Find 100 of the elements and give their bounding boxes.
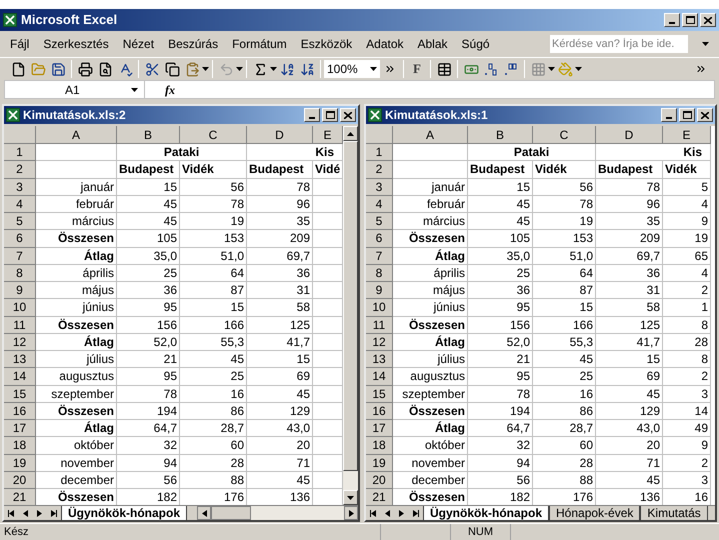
close-button[interactable] (340, 108, 356, 122)
row-header[interactable]: 9 (366, 282, 393, 300)
row-header[interactable]: 16 (4, 402, 36, 420)
sheet-tab[interactable]: Hónapok-évek (549, 506, 640, 520)
row-header[interactable]: 5 (366, 213, 393, 230)
column-header[interactable]: B (117, 126, 180, 144)
scroll-up-icon[interactable] (347, 132, 354, 136)
row-header[interactable]: 21 (4, 489, 36, 506)
row-header[interactable]: 7 (366, 248, 393, 265)
menu-item[interactable]: Súgó (462, 35, 490, 53)
menu-item[interactable]: Adatok (366, 35, 404, 53)
row-header[interactable]: 7 (4, 248, 36, 265)
row-header[interactable]: 5 (4, 213, 36, 230)
last-sheet-icon[interactable] (50, 510, 57, 516)
column-header[interactable]: A (393, 126, 468, 144)
menu-item[interactable]: Formátum (232, 35, 287, 53)
caret-icon[interactable] (270, 67, 277, 71)
column-header[interactable]: E (313, 126, 343, 144)
caret-icon[interactable] (548, 67, 555, 71)
caret-icon[interactable] (236, 67, 243, 71)
row-header[interactable]: 12 (366, 334, 393, 351)
row-header[interactable]: 14 (366, 368, 393, 386)
minimize-button[interactable] (304, 108, 320, 122)
menu-item[interactable]: Eszközök (300, 35, 352, 53)
caret-icon[interactable] (131, 88, 138, 92)
row-header[interactable]: 4 (4, 196, 36, 213)
column-header[interactable]: B (468, 126, 533, 144)
bold-button[interactable]: F (407, 59, 427, 79)
row-header[interactable]: 2 (4, 161, 36, 178)
scroll-left-icon[interactable] (200, 510, 208, 516)
last-sheet-icon[interactable] (412, 510, 419, 516)
close-button[interactable] (697, 108, 713, 122)
row-header[interactable]: 20 (366, 472, 393, 489)
row-header[interactable]: 3 (366, 178, 393, 196)
row-header[interactable]: 18 (366, 437, 393, 454)
row-header[interactable]: 1 (4, 144, 36, 162)
column-header[interactable]: C (533, 126, 596, 144)
row-header[interactable]: 11 (4, 316, 36, 334)
row-header[interactable]: 17 (366, 420, 393, 438)
zoom-field[interactable]: 100% (324, 60, 380, 78)
row-header[interactable]: 3 (4, 178, 36, 196)
column-header[interactable]: A (36, 126, 117, 144)
horizontal-scrollbar[interactable] (197, 506, 358, 520)
row-header[interactable]: 14 (4, 368, 36, 386)
row-header[interactable]: 10 (366, 299, 393, 316)
menu-item[interactable]: Ablak (418, 35, 448, 53)
select-all-corner[interactable] (4, 126, 36, 144)
maximize-button[interactable] (682, 13, 698, 27)
column-header[interactable]: E (663, 126, 711, 144)
row-header[interactable]: 18 (4, 437, 36, 454)
column-header[interactable]: D (247, 126, 313, 144)
next-sheet-icon[interactable] (398, 510, 405, 516)
minimize-button[interactable] (664, 13, 680, 27)
caret-icon[interactable] (202, 67, 209, 71)
sheet-tab[interactable]: Ügynökök-hónapok (423, 506, 550, 520)
menu-item[interactable]: Fájl (10, 35, 30, 53)
row-header[interactable]: 19 (4, 454, 36, 472)
row-header[interactable]: 10 (4, 299, 36, 316)
row-header[interactable]: 4 (366, 196, 393, 213)
row-header[interactable]: 13 (4, 351, 36, 368)
caret-icon[interactable] (575, 67, 582, 71)
menu-item[interactable]: Nézet (122, 35, 154, 53)
row-header[interactable]: 6 (4, 230, 36, 248)
close-button[interactable] (700, 13, 716, 27)
sheet-tab[interactable]: Kimutatás (640, 506, 708, 520)
scroll-right-icon[interactable] (348, 510, 354, 516)
select-all-corner[interactable] (366, 126, 393, 144)
row-header[interactable]: 19 (366, 454, 393, 472)
previous-sheet-icon[interactable] (22, 510, 29, 516)
row-header[interactable]: 20 (4, 472, 36, 489)
caret-icon[interactable] (370, 67, 377, 71)
row-header[interactable]: 15 (4, 386, 36, 403)
row-header[interactable]: 12 (4, 334, 36, 351)
row-header[interactable]: 6 (366, 230, 393, 248)
row-header[interactable]: 9 (4, 282, 36, 300)
row-header[interactable]: 2 (366, 161, 393, 178)
next-sheet-icon[interactable] (36, 510, 43, 516)
row-header[interactable]: 8 (366, 264, 393, 282)
previous-sheet-icon[interactable] (384, 510, 391, 516)
row-header[interactable]: 8 (4, 264, 36, 282)
column-header[interactable]: D (596, 126, 663, 144)
row-header[interactable]: 21 (366, 489, 393, 506)
column-header[interactable]: C (180, 126, 247, 144)
close-icon[interactable] (701, 112, 709, 118)
row-header[interactable]: 15 (366, 386, 393, 403)
first-sheet-icon[interactable] (370, 510, 377, 516)
close-icon[interactable] (344, 112, 352, 118)
menu-item[interactable]: Szerkesztés (43, 35, 109, 53)
help-caret-icon[interactable] (702, 42, 709, 46)
maximize-button[interactable] (679, 108, 695, 122)
maximize-button[interactable] (322, 108, 338, 122)
close-icon[interactable] (704, 16, 712, 24)
menu-item[interactable]: Beszúrás (168, 35, 218, 53)
sheet-tab[interactable]: Ügynökök-hónapok (61, 506, 188, 520)
minimize-button[interactable] (661, 108, 677, 122)
row-header[interactable]: 11 (366, 316, 393, 334)
scroll-down-icon[interactable] (347, 496, 354, 500)
row-header[interactable]: 1 (366, 144, 393, 162)
first-sheet-icon[interactable] (8, 510, 15, 516)
function-label[interactable]: fx (165, 80, 175, 98)
